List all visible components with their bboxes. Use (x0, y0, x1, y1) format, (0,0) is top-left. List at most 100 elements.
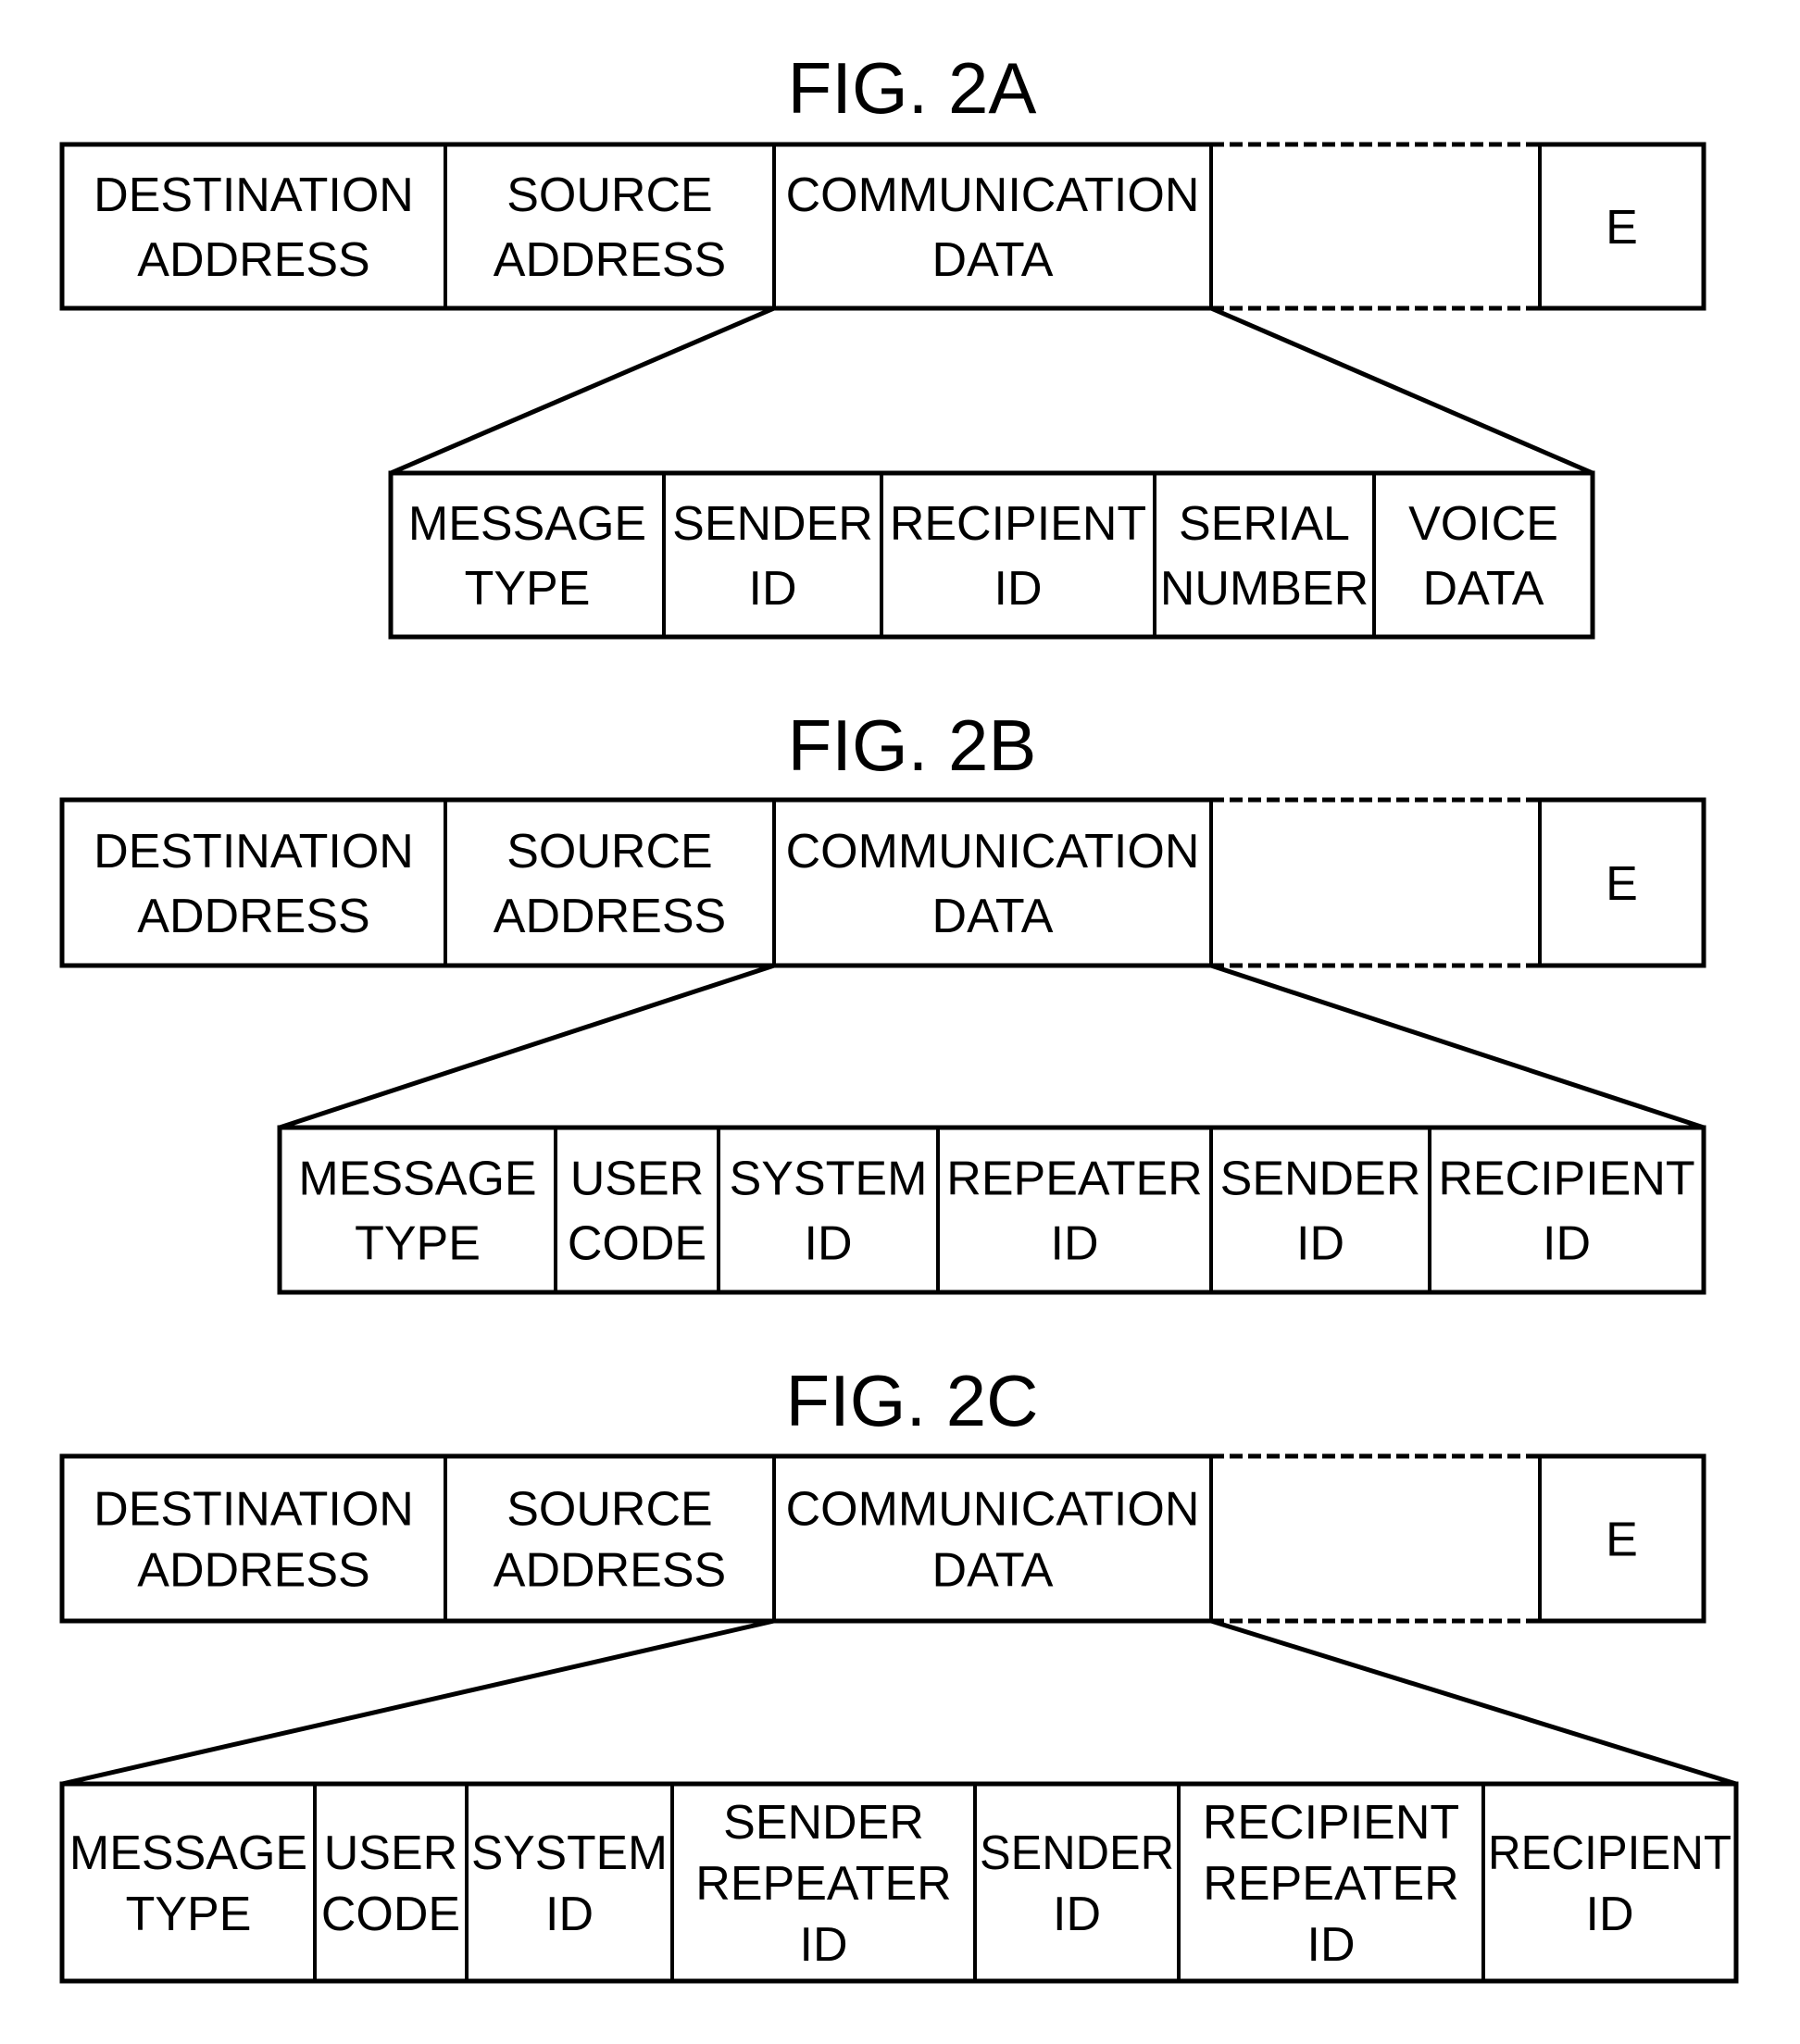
frame-field-destination-address: DESTINATION ADDRESS (62, 1453, 445, 1624)
sub-field-label-line: MESSAGE (408, 497, 646, 551)
sub-field-label-line: SENDER (980, 1826, 1174, 1880)
communication-data-fields: MESSAGE TYPE SENDER ID RECIPIENT ID SERIAL NUMB… (388, 470, 1595, 640)
figure-2a: FIG. 2A DESTINATION ADDRESS SOURCE ADDRESS CO… (59, 47, 1706, 640)
sub-field-user-code: USER CODE (313, 1784, 460, 1981)
sub-field-label-line: SYSTEM (730, 1153, 928, 1206)
frame-field-label-line: DESTINATION (94, 1483, 414, 1537)
frame-field-omitted (1211, 142, 1540, 311)
sub-field-label-line: NUMBER (1160, 562, 1369, 616)
sub-field-label-line: TYPE (126, 1888, 252, 1941)
sub-field-label-line: USER (324, 1826, 457, 1880)
sub-field-label-line: ID (1296, 1217, 1344, 1271)
frame-field-label-line: E (1606, 1514, 1638, 1567)
frame-field-label-line: DATA (932, 233, 1054, 287)
frame-field-omitted (1211, 797, 1540, 968)
figure-title: FIG. 2A (788, 47, 1037, 129)
sub-field-label-line: RECIPIENT (1203, 1796, 1459, 1850)
sub-field-label-line: ID (1051, 1217, 1099, 1271)
frame-format: DESTINATION ADDRESS SOURCE ADDRESS COMMUNICA… (59, 142, 1706, 311)
sub-field-label-line: SENDER (672, 497, 873, 551)
sub-field-label-line: REPEATER (946, 1153, 1202, 1206)
sub-field-label-line: TYPE (465, 562, 591, 616)
sub-field-label-line: SENDER (723, 1796, 924, 1850)
sub-field-label-line: ID (1543, 1217, 1591, 1271)
frame-field-label-line: SOURCE (506, 825, 712, 879)
frame-field-label-line: ADDRESS (137, 1544, 369, 1598)
sub-field-user-code: USER CODE (554, 1128, 706, 1292)
sub-field-label-line: MESSAGE (298, 1153, 536, 1206)
sub-field-label-line: ID (805, 1217, 853, 1271)
frame-field-label-line: SOURCE (506, 1483, 712, 1537)
expansion-line-right (1210, 305, 1594, 476)
frame-field-destination-address: DESTINATION ADDRESS (62, 142, 445, 311)
sub-field-label-line: CODE (321, 1888, 460, 1941)
frame-field-label-line: DATA (932, 1544, 1054, 1598)
expansion-line-right (1210, 963, 1705, 1130)
frame-field-label-line: COMMUNICATION (786, 1483, 1200, 1537)
sub-field-label-line: TYPE (355, 1217, 481, 1271)
frame-format-diagram: FIG. 2A DESTINATION ADDRESS SOURCE ADDRESS CO… (59, 47, 1739, 1984)
frame-format: DESTINATION ADDRESS SOURCE ADDRESS COMMUNICA… (59, 797, 1706, 968)
expansion-line-left (390, 305, 775, 476)
frame-field-communication-data: COMMUNICATION DATA (774, 797, 1211, 968)
sub-field-label-line: ID (749, 562, 797, 616)
sub-field-message-type: MESSAGE TYPE (298, 1153, 536, 1271)
sub-field-recipient-id: RECIPIENT ID (880, 473, 1146, 637)
frame-field-label-line: ADDRESS (494, 890, 726, 943)
sub-field-repeater-id: REPEATER ID (936, 1128, 1203, 1292)
sub-field-label-line: USER (570, 1153, 704, 1206)
frame-field-label-line: SOURCE (506, 168, 712, 222)
sub-field-sender-repeater-id: SENDER REPEATER ID (670, 1784, 952, 1981)
figure-2b: FIG. 2B DESTINATION ADDRESS SOURCE ADDRESS CO… (59, 704, 1706, 1295)
frame-field-label-line: DESTINATION (94, 168, 414, 222)
expansion-line-right (1210, 1618, 1737, 1787)
frame-field-e: E (1540, 142, 1704, 311)
frame-field-e: E (1540, 797, 1704, 968)
frame-field-destination-address: DESTINATION ADDRESS (62, 797, 445, 968)
expansion-line-left (279, 963, 775, 1130)
sub-field-message-type: MESSAGE TYPE (408, 497, 646, 616)
sub-field-label-line: RECIPIENT (1438, 1153, 1694, 1206)
sub-field-label-line: ID (1307, 1918, 1356, 1972)
frame-field-label-line: COMMUNICATION (786, 825, 1200, 879)
sub-field-label-line: MESSAGE (69, 1826, 307, 1880)
frame-format: DESTINATION ADDRESS SOURCE ADDRESS COMMUNICA… (59, 1453, 1706, 1624)
frame-field-label-line: E (1606, 857, 1638, 911)
sub-field-label-line: ID (545, 1888, 594, 1941)
sub-field-label-line: ID (994, 562, 1043, 616)
sub-field-label-line: REPEATER (695, 1857, 951, 1911)
sub-field-recipient-id: RECIPIENT ID (1428, 1128, 1695, 1292)
frame-field-communication-data: COMMUNICATION DATA (774, 1453, 1211, 1624)
frame-field-label-line: ADDRESS (137, 890, 369, 943)
frame-field-label-line: ADDRESS (494, 1544, 726, 1598)
frame-field-label-line: COMMUNICATION (786, 168, 1200, 222)
sub-field-label-line: ID (1586, 1888, 1634, 1941)
sub-field-system-id: SYSTEM ID (465, 1784, 668, 1981)
sub-field-sender-id: SENDER ID (973, 1784, 1174, 1981)
figure-title: FIG. 2C (785, 1360, 1038, 1441)
sub-field-label-line: ID (1053, 1888, 1101, 1941)
sub-field-label-line: DATA (1423, 562, 1544, 616)
frame-field-label-line: ADDRESS (137, 233, 369, 287)
sub-field-recipient-id: RECIPIENT ID (1481, 1784, 1731, 1981)
sub-field-label-line: SYSTEM (471, 1826, 668, 1880)
sub-field-sender-id: SENDER ID (1209, 1128, 1421, 1292)
sub-field-message-type: MESSAGE TYPE (69, 1826, 307, 1941)
figure-2c: FIG. 2C DESTINATION ADDRESS SOURCE ADDRESS CO… (59, 1360, 1739, 1984)
sub-field-sender-id: SENDER ID (662, 473, 873, 637)
figure-title: FIG. 2B (788, 704, 1037, 786)
frame-field-communication-data: COMMUNICATION DATA (774, 142, 1211, 311)
frame-field-label-line: E (1606, 201, 1638, 255)
sub-field-label-line: ID (800, 1918, 848, 1972)
frame-field-label-line: DESTINATION (94, 825, 414, 879)
sub-field-voice-data: VOICE DATA (1372, 473, 1558, 637)
frame-field-label-line: DATA (932, 890, 1054, 943)
sub-field-label-line: CODE (568, 1217, 706, 1271)
sub-field-serial-number: SERIAL NUMBER (1153, 473, 1369, 637)
frame-field-source-address: SOURCE ADDRESS (445, 142, 774, 311)
communication-data-fields: MESSAGETYPEUSERCODESYSTEMIDREPEATERIDSEN… (277, 1125, 1706, 1295)
expansion-line-left (61, 1618, 775, 1787)
sub-field-label-line: SENDER (1220, 1153, 1421, 1206)
sub-field-label-line: RECIPIENT (890, 497, 1146, 551)
sub-field-label-line: VOICE (1408, 497, 1558, 551)
